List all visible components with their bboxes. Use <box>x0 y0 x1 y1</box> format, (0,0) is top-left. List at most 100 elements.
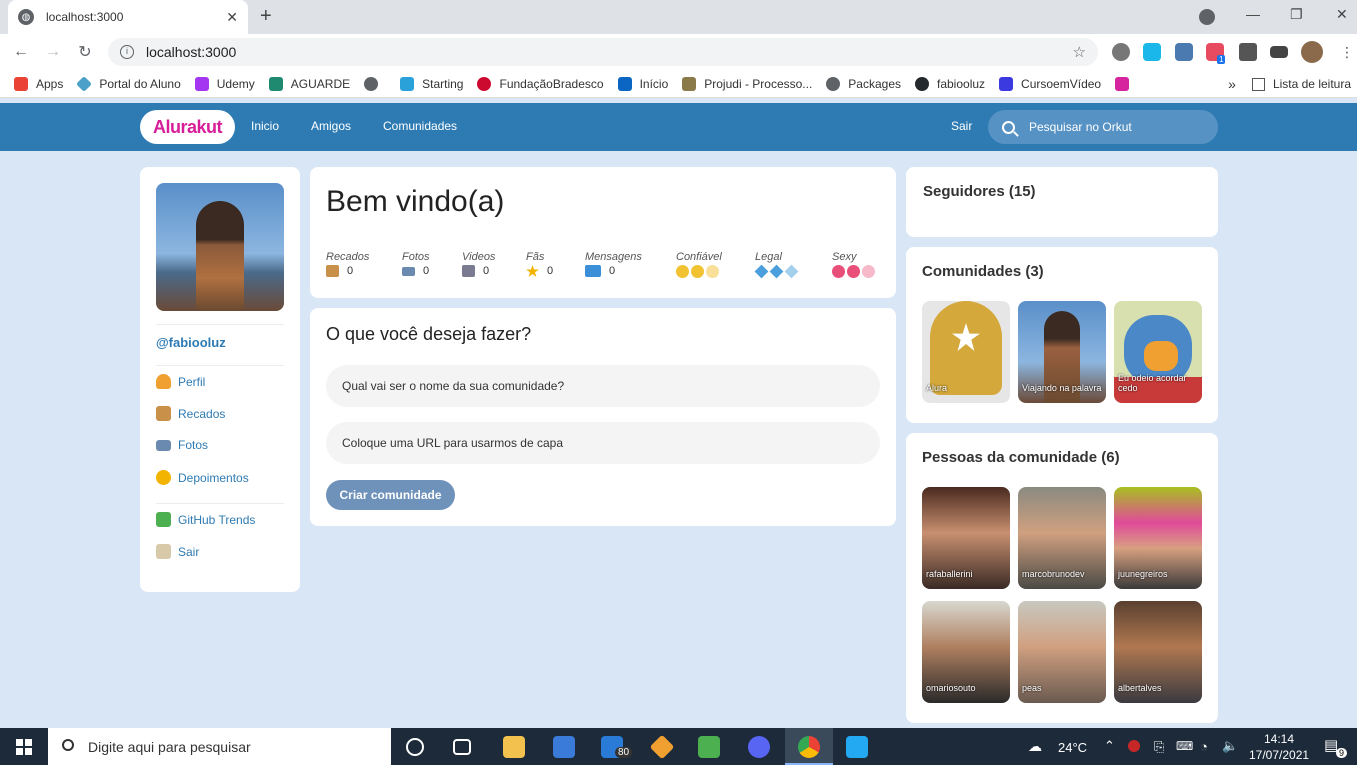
sidebar-item-recados[interactable]: Recados <box>156 406 225 421</box>
notifications-badge: 9 <box>1336 748 1348 758</box>
k-icon <box>268 76 283 91</box>
minimize-button[interactable]: — <box>1246 6 1260 22</box>
git-icon[interactable] <box>649 734 675 760</box>
nav-inicio[interactable]: Inicio <box>251 119 279 133</box>
create-community-button[interactable]: Criar comunidade <box>326 480 455 510</box>
heart-icon[interactable] <box>832 265 877 278</box>
chart-app-icon[interactable] <box>698 736 720 758</box>
file-explorer-icon[interactable] <box>503 736 525 758</box>
extension-icon[interactable] <box>1175 43 1193 61</box>
volume-icon[interactable]: 🔈 <box>1222 738 1238 754</box>
bookmarks-more-icon[interactable]: » <box>1228 76 1236 92</box>
nav-amigos[interactable]: Amigos <box>311 119 351 133</box>
rating-label: Legal <box>755 251 782 263</box>
form-title: O que você deseja fazer? <box>326 324 532 344</box>
logout-link[interactable]: Sair <box>951 119 972 133</box>
nav-comunidades[interactable]: Comunidades <box>383 119 457 133</box>
bookmark-cursoemvideo[interactable]: CursoemVídeo <box>999 76 1101 91</box>
communities-title[interactable]: Comunidades (3) <box>922 263 1044 280</box>
person-card[interactable]: peas <box>1018 601 1106 703</box>
divider <box>156 503 284 504</box>
person-card[interactable]: juunegreiros <box>1114 487 1202 589</box>
windows-start-icon[interactable] <box>16 739 32 755</box>
bookmark-projudi[interactable]: Projudi - Processo... <box>682 76 812 91</box>
community-name-input[interactable]: Qual vai ser o nome da sua comunidade? <box>326 365 880 407</box>
udemy-icon <box>194 76 209 91</box>
person-card[interactable]: rafaballerini <box>922 487 1010 589</box>
sidebar-item-github-trends[interactable]: GitHub Trends <box>156 512 255 527</box>
weather-icon[interactable]: ☁ <box>1028 738 1042 755</box>
bookmark-packages[interactable]: Packages <box>826 76 901 91</box>
wifi-icon[interactable]: ◔ <box>1200 739 1208 754</box>
bookmark-globe[interactable] <box>364 76 386 91</box>
maximize-button[interactable]: ❐ <box>1290 6 1303 23</box>
profile-dropdown-icon[interactable] <box>1199 9 1215 25</box>
sidebar-item-depoimentos[interactable]: Depoimentos <box>156 470 249 485</box>
reload-button[interactable]: ↻ <box>74 42 96 62</box>
chevron-up-icon[interactable]: ⌃ <box>1104 738 1115 754</box>
site-info-icon[interactable]: i <box>120 45 134 59</box>
store-icon[interactable] <box>553 736 575 758</box>
menu-dots-icon[interactable]: ⋮ <box>1340 44 1354 61</box>
bookmark-linkedin[interactable]: Início <box>617 76 668 91</box>
community-card[interactable]: Alura <box>922 301 1010 403</box>
clock-time[interactable]: 14:14 <box>1264 732 1294 746</box>
media-control-icon[interactable] <box>1270 46 1288 58</box>
bookmark-apps[interactable]: Apps <box>14 76 63 91</box>
avatar[interactable] <box>1301 41 1323 63</box>
back-button[interactable]: ← <box>10 43 32 61</box>
logo[interactable]: Alurakut <box>140 110 235 144</box>
bookmark-star-icon[interactable]: ☆ <box>1073 43 1086 61</box>
address-bar[interactable]: i localhost:3000 ☆ <box>108 38 1098 66</box>
chrome-taskbar-button[interactable] <box>785 728 833 765</box>
person-card[interactable]: marcobrunodev <box>1018 487 1106 589</box>
antivirus-icon[interactable] <box>1128 740 1140 752</box>
vimeo-extension-icon[interactable] <box>1143 43 1161 61</box>
bookmark-label: FundaçãoBradesco <box>499 76 604 91</box>
clock-date[interactable]: 17/07/2021 <box>1249 748 1309 762</box>
vscode-icon[interactable] <box>846 736 868 758</box>
cortana-icon[interactable] <box>406 738 424 756</box>
sidebar-item-sair[interactable]: Sair <box>156 544 199 559</box>
profile-username[interactable]: @fabiooluz <box>156 335 226 350</box>
input-method-icon[interactable]: ⌨ <box>1176 739 1193 753</box>
sidebar-item-perfil[interactable]: Perfil <box>156 374 205 389</box>
community-image-url-input[interactable]: Coloque uma URL para usarmos de capa <box>326 422 880 464</box>
bookmark-instagram[interactable] <box>1115 76 1137 91</box>
extension-gear-icon[interactable] <box>1112 43 1130 61</box>
communities-box: Comunidades (3) Alura Viajando na palavr… <box>906 247 1218 423</box>
forward-button[interactable]: → <box>42 43 64 61</box>
close-window-button[interactable]: ✕ <box>1336 6 1348 23</box>
globe-icon: ◍ <box>18 9 34 25</box>
bookmark-udemy[interactable]: Udemy <box>194 76 255 91</box>
stat-value: 0 <box>547 265 554 277</box>
tab-close-icon[interactable]: ✕ <box>226 9 238 26</box>
discord-icon[interactable] <box>748 736 770 758</box>
community-card[interactable]: Viajando na palavra <box>1018 301 1106 403</box>
puzzle-icon[interactable] <box>1239 43 1257 61</box>
people-title[interactable]: Pessoas da comunidade (6) <box>922 449 1120 466</box>
new-tab-button[interactable]: + <box>260 6 272 26</box>
bookmark-starting[interactable]: Starting <box>400 76 463 91</box>
bookmark-github[interactable]: fabiooluz <box>915 76 985 91</box>
bookmark-aguarde[interactable]: AGUARDE <box>268 76 351 91</box>
sidebar-item-label: Fotos <box>178 438 209 452</box>
taskbar-search-input[interactable]: Digite aqui para pesquisar <box>48 728 391 765</box>
sidebar-item-fotos[interactable]: Fotos <box>156 438 208 452</box>
temperature[interactable]: 24°C <box>1058 740 1087 755</box>
community-card[interactable]: Eu odeio acordar cedo <box>1114 301 1202 403</box>
cube-icon[interactable] <box>754 264 800 279</box>
network-adapter-icon[interactable]: ⎘ <box>1154 739 1164 755</box>
followers-title[interactable]: Seguidores (15) <box>923 183 1036 200</box>
bookmark-label: AGUARDE <box>290 76 351 91</box>
bookmark-bradesco[interactable]: FundaçãoBradesco <box>477 76 604 91</box>
search-input[interactable]: Pesquisar no Orkut <box>988 110 1218 144</box>
person-card[interactable]: omariosouto <box>922 601 1010 703</box>
reading-list-link[interactable]: Lista de leitura <box>1273 77 1351 91</box>
tab-title: localhost:3000 <box>46 10 124 24</box>
browser-tab[interactable]: ◍ localhost:3000 ✕ <box>8 0 248 34</box>
bookmark-portal[interactable]: Portal do Aluno <box>76 75 181 92</box>
smile-icon[interactable] <box>676 265 722 278</box>
person-card[interactable]: albertalves <box>1114 601 1202 703</box>
task-view-icon[interactable] <box>453 739 471 755</box>
